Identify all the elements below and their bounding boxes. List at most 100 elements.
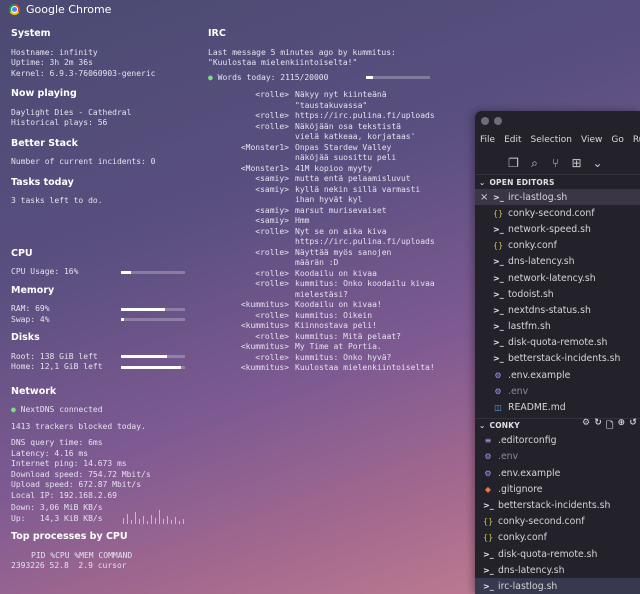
file-item[interactable]: >_ nextdns-status.sh [475, 302, 640, 318]
file-name: dns-latency.sh [498, 564, 565, 576]
settings-icon[interactable]: ⚙ [582, 418, 590, 434]
collapse-icon[interactable]: ↺ [629, 418, 637, 434]
json-file-icon: {} [493, 241, 504, 251]
irc-nick: <kummitus> [240, 300, 289, 309]
irc-text: marsut murisevaiset [295, 205, 387, 215]
file-item[interactable]: {} conky-second.conf [475, 205, 640, 221]
menu-item-edit[interactable]: Edit [504, 135, 521, 145]
irc-text: Näköjään osa tekstistä [295, 121, 401, 131]
internet-ping: Internet ping: 14.673 ms [11, 459, 127, 468]
irc-text: My Time at Portia. [295, 342, 382, 351]
irc-nick [208, 153, 289, 164]
root-disk-bar [121, 355, 185, 359]
gear-file-icon: ⚙ [484, 468, 492, 478]
uptime: Uptime: 3h 2m 36s [11, 58, 93, 67]
file-item[interactable]: >_ disk-quota-remote.sh [475, 335, 640, 351]
menu-item-file[interactable]: File [480, 135, 495, 145]
refresh-icon[interactable]: ↻ [594, 418, 602, 434]
menu-item-go[interactable]: Go [611, 135, 623, 145]
file-item[interactable]: ⚙ .env.example [475, 465, 640, 481]
down-rate: Down: 3,06 MiB KB/s [11, 503, 103, 512]
cpu-usage-label: CPU Usage: 16% [11, 267, 79, 276]
irc-message: <samiy> marsut murisevaiset [208, 206, 470, 217]
file-item[interactable]: >_ lastfm.sh [475, 319, 640, 335]
tasks-summary: 3 tasks left to do. [11, 196, 103, 205]
file-item[interactable]: >_ disk-quota-remote.sh [475, 546, 640, 562]
extensions-icon[interactable]: ⊞ [570, 156, 583, 170]
chrome-icon [9, 3, 20, 15]
editor-window[interactable]: File Edit Selection View Go Run ❐ ⌕ ⑂ ⊞ ⌄ ⌄OP… [475, 111, 640, 594]
menu-item-run[interactable]: Run [633, 135, 640, 145]
file-item[interactable]: ⚙ .env [475, 449, 640, 465]
file-item[interactable]: ⚙ .env [475, 383, 640, 399]
chevron-down-icon[interactable]: ⌄ [591, 156, 604, 170]
close-window-icon[interactable] [481, 117, 489, 125]
file-item[interactable]: >_ dns-latency.sh [475, 562, 640, 578]
file-name: disk-quota-remote.sh [498, 548, 598, 560]
file-item[interactable]: >_ todoist.sh [475, 286, 640, 302]
file-item[interactable]: >_ dns-latency.sh [475, 254, 640, 270]
source-control-icon[interactable]: ⑂ [549, 156, 562, 170]
file-item[interactable]: >_ betterstack-incidents.sh [475, 351, 640, 367]
json-file-icon: {} [483, 517, 494, 527]
explorer-icon[interactable]: ❐ [507, 156, 520, 170]
irc-message: <kummitus> My Time at Portia. [208, 342, 470, 353]
file-name: .env.example [498, 467, 561, 479]
file-item[interactable]: ◫ README.md [475, 399, 640, 415]
minimize-window-icon[interactable] [494, 117, 502, 125]
file-item[interactable]: {} conky.conf [475, 530, 640, 546]
ram-bar [121, 307, 185, 311]
new-file-icon[interactable]: 🗋 [606, 418, 613, 434]
file-item[interactable]: >_ betterstack-incidents.sh [475, 497, 640, 513]
irc-nick: <rolle> [255, 226, 289, 236]
menu-item-selection[interactable]: Selection [531, 135, 572, 145]
file-item[interactable]: × >_ irc-lastlog.sh [475, 189, 640, 206]
sh-file-icon: >_ [493, 224, 504, 234]
file-item[interactable]: {} conky-second.conf [475, 514, 640, 530]
incidents-count: Number of current incidents: 0 [11, 157, 156, 166]
open-editors-heading[interactable]: ⌄ OPEN EDITORS [475, 175, 640, 189]
conky-folder-heading[interactable]: ⌄ CONKY ⚙ ↻ 🗋 ⊕ ↺ [475, 417, 640, 434]
irc-nick [208, 258, 289, 269]
irc-nick: <rolle> [255, 111, 289, 120]
file-item[interactable]: ≡ .editorconfig [475, 433, 640, 449]
search-icon[interactable]: ⌕ [528, 156, 541, 170]
irc-text: Hmm [295, 216, 310, 225]
irc-nick: <rolle> [255, 352, 289, 362]
kernel: Kernel: 6.9.3-76060903-generic [11, 68, 156, 78]
irc-text: Koodailu on kivaa [295, 268, 377, 278]
irc-text: määrän :D [295, 258, 339, 267]
irc-message: <kummitus> Kiinnostava peli! [208, 321, 470, 332]
irc-text: Nyt se on aika kiva [295, 226, 387, 236]
new-folder-icon[interactable]: ⊕ [618, 418, 626, 434]
irc-text: näköjää suosittu peli [295, 153, 397, 162]
dns-query-time: DNS query time: 6ms [11, 438, 103, 447]
file-item[interactable]: >_ network-speed.sh [475, 221, 640, 237]
open-editors-list: × >_ irc-lastlog.sh{} conky-second.conf >_ ne… [475, 189, 640, 416]
file-item[interactable]: >_ network-latency.sh [475, 270, 640, 286]
irc-message: <rolle> Näyttää myös sanojen [208, 248, 470, 259]
file-item[interactable]: {} conky.conf [475, 238, 640, 254]
swap-label: Swap: 4% [11, 314, 50, 324]
irc-nick: <Monster1> [240, 163, 289, 173]
irc-message: <rolle> Näköjään osa tekstistä [208, 122, 470, 133]
file-name: nextdns-status.sh [508, 304, 591, 316]
window-controls [481, 117, 502, 125]
irc-text: ihan hyvät kyl [295, 195, 363, 204]
close-icon[interactable]: × [480, 192, 488, 203]
process-table-header: PID %CPU %MEM COMMAND [31, 550, 133, 560]
file-item[interactable]: ◆ .gitignore [475, 481, 640, 497]
latency: Latency: 4.16 ms [11, 448, 89, 458]
disks-heading: Disks [11, 332, 40, 343]
local-ip: Local IP: 192.168.2.69 [11, 490, 117, 500]
irc-message: "taustakuvassa" [208, 101, 470, 112]
file-name: conky-second.conf [498, 516, 585, 528]
file-item[interactable]: >_ irc-lastlog.sh [475, 578, 640, 594]
irc-nick [208, 132, 289, 143]
irc-text: Näyttää myös sanojen [295, 247, 392, 257]
file-item[interactable]: ⚙ .env.example [475, 367, 640, 383]
irc-nick [208, 237, 289, 248]
menu-item-view[interactable]: View [581, 135, 602, 145]
file-name: .env [498, 451, 519, 463]
file-name: todoist.sh [508, 288, 554, 300]
